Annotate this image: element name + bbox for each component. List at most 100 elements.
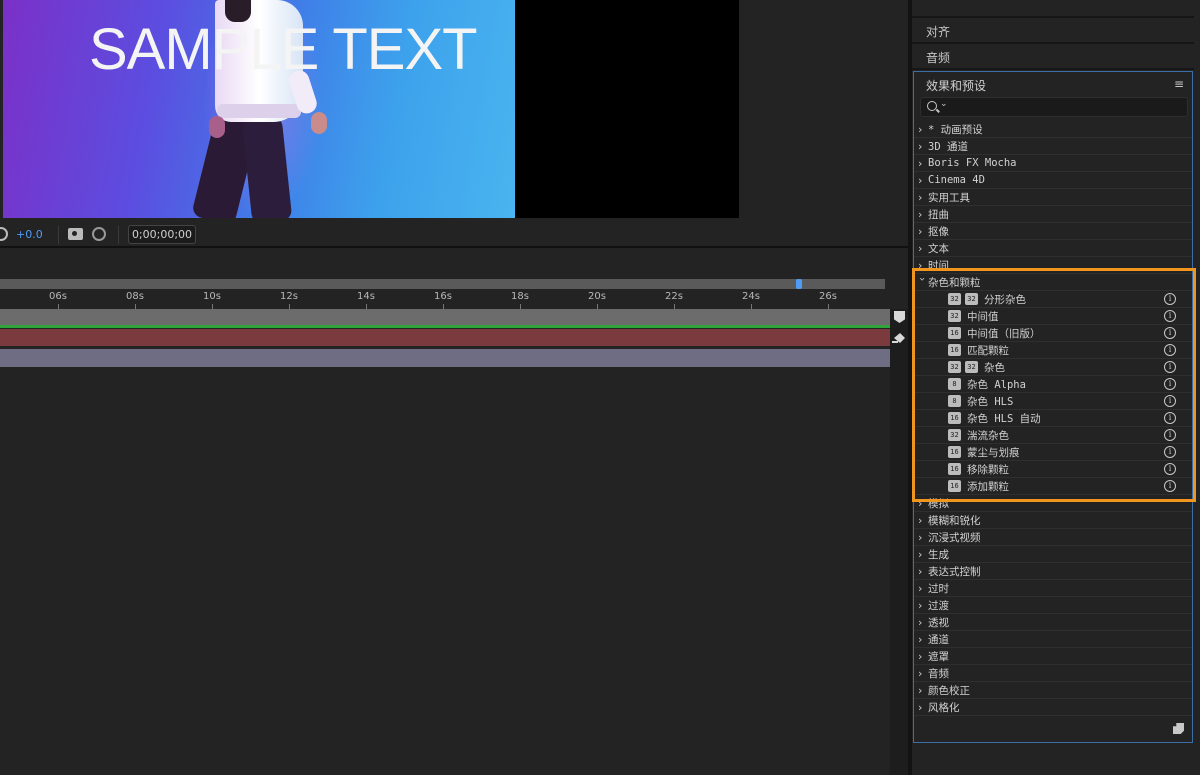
effect-remove-grain[interactable]: 16 移除颗粒 i [914, 461, 1192, 478]
info-icon[interactable]: i [1164, 463, 1176, 475]
eraser-icon[interactable] [892, 332, 906, 344]
category-3d-channel[interactable]: › 3D 通道 [914, 138, 1192, 155]
hamburger-menu-icon[interactable]: ≡ [1174, 77, 1184, 91]
effect-label: 分形杂色 [984, 293, 1026, 306]
chevron-right-icon[interactable]: › [914, 140, 928, 153]
info-icon[interactable]: i [1164, 480, 1176, 492]
category-perspective[interactable]: › 透视 [914, 614, 1192, 631]
category-blur-and-sharpen[interactable]: › 模糊和锐化 [914, 512, 1192, 529]
work-area-bar[interactable] [0, 279, 885, 289]
effect-noise[interactable]: 32 32 杂色 i [914, 359, 1192, 376]
composition-frame[interactable]: SAMPLE TEXT [3, 0, 515, 218]
effect-median-legacy[interactable]: 16 中间值（旧版） i [914, 325, 1192, 342]
category-distort[interactable]: › 扭曲 [914, 206, 1192, 223]
chevron-right-icon[interactable]: › [914, 582, 928, 595]
category-immersive-video[interactable]: › 沉浸式视频 [914, 529, 1192, 546]
chevron-right-icon[interactable]: › [914, 650, 928, 663]
chevron-right-icon[interactable]: › [914, 123, 928, 136]
chevron-right-icon[interactable]: › [914, 514, 928, 527]
chevron-right-icon[interactable]: › [914, 497, 928, 510]
effect-fractal-noise[interactable]: 32 32 分形杂色 i [914, 291, 1192, 308]
category-cinema-4d[interactable]: › Cinema 4D [914, 172, 1192, 189]
category-simulation[interactable]: › 模拟 [914, 495, 1192, 512]
effects-panel-title[interactable]: 效果和预设 [926, 77, 986, 94]
effect-add-grain[interactable]: 16 添加颗粒 i [914, 478, 1192, 495]
category-stylize[interactable]: › 风格化 [914, 699, 1192, 716]
category-boris-fx-mocha[interactable]: › Boris FX Mocha [914, 155, 1192, 172]
chevron-right-icon[interactable]: › [914, 616, 928, 629]
layer-bar-grey[interactable] [0, 309, 890, 325]
sample-text-layer[interactable]: SAMPLE TEXT [89, 16, 478, 83]
effect-median[interactable]: 32 中间值 i [914, 308, 1192, 325]
effect-match-grain[interactable]: 16 匹配颗粒 i [914, 342, 1192, 359]
chevron-right-icon[interactable]: › [914, 225, 928, 238]
info-icon[interactable]: i [1164, 327, 1176, 339]
composition-viewer[interactable]: SAMPLE TEXT [0, 0, 908, 222]
info-icon[interactable]: i [1164, 412, 1176, 424]
effect-turbulent-noise[interactable]: 32 湍流杂色 i [914, 427, 1192, 444]
category-utility[interactable]: › 实用工具 [914, 189, 1192, 206]
reset-exposure-icon[interactable] [0, 227, 8, 241]
new-preset-icon[interactable] [1173, 723, 1184, 734]
chevron-right-icon[interactable]: › [914, 667, 928, 680]
bit-depth-badge-icon: 16 [948, 463, 961, 475]
category-noise-and-grain[interactable]: › 杂色和颗粒 [914, 274, 1192, 291]
info-icon[interactable]: i [1164, 344, 1176, 356]
work-area-end-handle[interactable] [796, 279, 802, 289]
show-snapshot-icon[interactable] [92, 227, 106, 241]
chevron-right-icon[interactable]: › [914, 531, 928, 544]
category-channel[interactable]: › 通道 [914, 631, 1192, 648]
chevron-right-icon[interactable]: › [914, 701, 928, 714]
category-time[interactable]: › 时间 [914, 257, 1192, 274]
layer-bar-violet[interactable] [0, 349, 890, 367]
info-icon[interactable]: i [1164, 378, 1176, 390]
chevron-right-icon[interactable]: › [914, 242, 928, 255]
category-transition[interactable]: › 过渡 [914, 597, 1192, 614]
chevron-right-icon[interactable]: › [914, 565, 928, 578]
panel-header-blank[interactable] [912, 0, 1194, 18]
category-generate[interactable]: › 生成 [914, 546, 1192, 563]
chevron-right-icon[interactable]: › [914, 259, 928, 272]
info-icon[interactable]: i [1164, 310, 1176, 322]
category-animation-presets[interactable]: › * 动画预设 [914, 121, 1192, 138]
chevron-right-icon[interactable]: › [914, 684, 928, 697]
chevron-right-icon[interactable]: › [914, 174, 928, 187]
layer-bar-green[interactable] [0, 325, 890, 328]
align-panel-header[interactable]: 对齐 [912, 18, 1194, 44]
current-time-display[interactable]: 0;00;00;00 [128, 225, 196, 244]
layer-bar-red[interactable] [0, 329, 890, 346]
effect-noise-hls[interactable]: 8 杂色 HLS i [914, 393, 1192, 410]
chevron-right-icon[interactable]: › [914, 599, 928, 612]
info-icon[interactable]: i [1164, 293, 1176, 305]
exposure-value[interactable]: +0.0 [16, 228, 43, 241]
chevron-right-icon[interactable]: › [914, 633, 928, 646]
info-icon[interactable]: i [1164, 429, 1176, 441]
effect-noise-alpha[interactable]: 8 杂色 Alpha i [914, 376, 1192, 393]
snapshot-camera-icon[interactable] [68, 228, 83, 240]
info-icon[interactable]: i [1164, 361, 1176, 373]
audio-panel-header[interactable]: 音频 [912, 44, 1194, 70]
chevron-right-icon[interactable]: › [914, 208, 928, 221]
chevron-right-icon[interactable]: › [914, 157, 928, 170]
chevron-down-icon[interactable]: › [916, 277, 929, 291]
chevron-down-icon[interactable]: ⌄ [940, 99, 948, 109]
effects-search-box[interactable]: ⌄ [920, 97, 1188, 117]
category-expression-controls[interactable]: › 表达式控制 [914, 563, 1192, 580]
search-icon[interactable] [927, 101, 937, 111]
effect-noise-hls-auto[interactable]: 16 杂色 HLS 自动 i [914, 410, 1192, 427]
category-color-correction[interactable]: › 颜色校正 [914, 682, 1192, 699]
category-text[interactable]: › 文本 [914, 240, 1192, 257]
category-keying[interactable]: › 抠像 [914, 223, 1192, 240]
category-matte[interactable]: › 遮罩 [914, 648, 1192, 665]
info-icon[interactable]: i [1164, 446, 1176, 458]
effects-search-input[interactable] [953, 100, 1183, 114]
info-icon[interactable]: i [1164, 395, 1176, 407]
category-obsolete[interactable]: › 过时 [914, 580, 1192, 597]
chevron-right-icon[interactable]: › [914, 548, 928, 561]
time-ruler[interactable]: 06s 08s 10s 12s 14s 16s 18s 20s 22s 24s … [0, 289, 890, 309]
timeline-panel[interactable]: 06s 08s 10s 12s 14s 16s 18s 20s 22s 24s … [0, 250, 908, 775]
chevron-right-icon[interactable]: › [914, 191, 928, 204]
effect-dust-and-scratches[interactable]: 16 蒙尘与划痕 i [914, 444, 1192, 461]
category-audio[interactable]: › 音频 [914, 665, 1192, 682]
viewer-toolbar: +0.0 0;00;00;00 [0, 222, 908, 248]
